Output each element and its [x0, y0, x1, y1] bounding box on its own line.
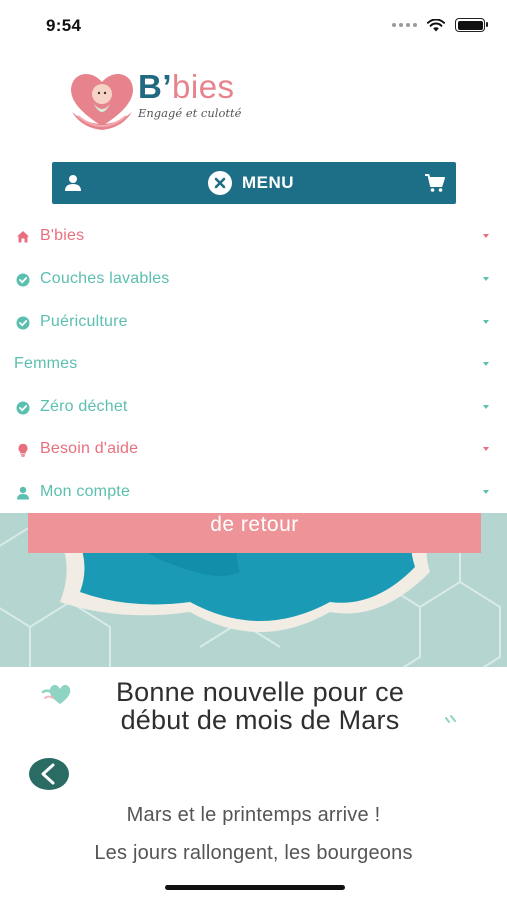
headline-line-2: début de mois de Mars: [120, 705, 400, 735]
chevron-down-icon: [483, 234, 489, 238]
nav-item-label: B'bies: [40, 227, 85, 244]
status-time: 9:54: [46, 16, 82, 35]
baby-heart-logo-icon: [71, 73, 133, 130]
home-icon: [17, 231, 29, 243]
nav-item-besoin-aide[interactable]: Besoin d'aide: [0, 428, 507, 470]
chevron-down-icon: [483, 362, 489, 366]
status-icons: [392, 18, 488, 32]
nav-item-couches-lavables[interactable]: Couches lavables: [0, 258, 507, 300]
nav-item-label: Couches lavables: [40, 270, 170, 287]
check-circle-icon: [16, 401, 30, 415]
brand-tagline: Engagé et culotté: [138, 106, 242, 120]
cart-icon[interactable]: [424, 172, 446, 194]
home-indicator[interactable]: [165, 885, 345, 890]
brand-name: B’bies: [138, 68, 235, 105]
nav-menu: B'bies Couches lavables Puériculture Fem…: [0, 215, 507, 513]
article-headline: Bonne nouvelle pour ce début de mois de …: [40, 678, 480, 734]
chevron-down-icon: [483, 277, 489, 281]
battery-icon: [455, 18, 488, 32]
chevron-left-icon: [41, 763, 55, 785]
hero-banner: de retour: [0, 512, 507, 667]
nav-item-label: Zéro déchet: [40, 398, 128, 415]
user-icon[interactable]: [64, 174, 82, 192]
nav-item-femmes[interactable]: Femmes: [0, 343, 507, 385]
chevron-down-icon: [483, 490, 489, 494]
chevron-down-icon: [483, 405, 489, 409]
nav-item-zero-dechet[interactable]: Zéro déchet: [0, 386, 507, 428]
user-icon: [17, 486, 29, 500]
brand-logo[interactable]: B’bies Engagé et culotté: [66, 66, 266, 136]
wifi-icon: [427, 18, 445, 31]
hero-cta-button[interactable]: de retour: [28, 512, 481, 553]
nav-item-bbies[interactable]: B'bies: [0, 215, 507, 257]
nav-item-label: Mon compte: [40, 483, 131, 500]
lightbulb-icon: [18, 443, 28, 457]
back-button[interactable]: [29, 758, 69, 790]
nav-item-puericulture[interactable]: Puériculture: [0, 301, 507, 343]
status-bar: 9:54: [0, 0, 507, 54]
menu-bar: MENU: [52, 162, 456, 204]
menu-label: MENU: [242, 173, 295, 192]
chevron-down-icon: [483, 320, 489, 324]
nav-item-label: Besoin d'aide: [40, 440, 139, 457]
nav-item-label: Femmes: [14, 355, 78, 372]
close-icon: [208, 171, 232, 195]
chevron-down-icon: [483, 447, 489, 451]
headline-line-1: Bonne nouvelle pour ce: [115, 677, 405, 707]
signal-icon: [392, 23, 417, 27]
nav-item-mon-compte[interactable]: Mon compte: [0, 471, 507, 513]
check-circle-icon: [16, 316, 30, 330]
article-body-line-1: Mars et le printemps arrive !: [126, 804, 381, 826]
nav-item-label: Puériculture: [40, 313, 128, 330]
sparkle-decoration-icon: [445, 715, 456, 723]
check-circle-icon: [16, 273, 30, 287]
article-body-line-2: Les jours rallongent, les bourgeons: [94, 842, 413, 864]
menu-toggle-button[interactable]: MENU: [208, 171, 294, 195]
